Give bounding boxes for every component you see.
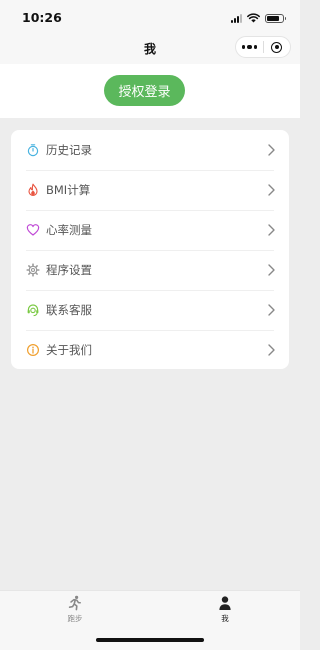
tab-me[interactable]: 我 [195, 595, 255, 624]
chevron-right-icon [268, 304, 275, 316]
tab-label: 跑步 [67, 614, 83, 623]
system-icons [231, 12, 286, 24]
info-icon [26, 343, 40, 357]
running-icon [68, 595, 81, 611]
status-time: 10:26 [22, 10, 62, 25]
gear-icon [26, 263, 40, 277]
close-mini-program-button[interactable] [264, 41, 291, 53]
authorize-login-button[interactable]: 授权登录 [104, 75, 185, 106]
menu-item-history[interactable]: 历史记录 [11, 130, 289, 170]
cellular-signal-icon [231, 13, 242, 23]
more-options-button[interactable] [236, 44, 263, 50]
chevron-right-icon [268, 344, 275, 356]
menu-item-label: BMI计算 [46, 183, 91, 197]
stopwatch-icon [27, 144, 39, 157]
heart-icon [26, 224, 40, 236]
menu-item-customer-service[interactable]: 联系客服 [11, 290, 289, 330]
headset-icon [27, 304, 39, 317]
target-circle-icon [271, 41, 283, 53]
menu-card: 历史记录 BMI计算 心率测量 程序设置 联系客服 关于我们 [11, 130, 289, 369]
status-bar: 10:26 [0, 0, 300, 34]
chevron-right-icon [268, 144, 275, 156]
battery-icon [265, 13, 286, 23]
menu-item-label: 关于我们 [46, 343, 92, 357]
menu-item-label: 程序设置 [46, 263, 92, 277]
mini-program-capsule [235, 36, 291, 58]
person-icon [219, 596, 231, 610]
menu-item-bmi[interactable]: BMI计算 [11, 170, 289, 210]
nav-bar: 我 [0, 34, 300, 64]
tab-label: 我 [221, 614, 229, 623]
menu-item-label: 联系客服 [46, 303, 92, 317]
menu-item-label: 历史记录 [46, 143, 92, 157]
profile-header: 授权登录 [0, 64, 300, 118]
chevron-right-icon [268, 264, 275, 276]
home-indicator [96, 638, 204, 642]
menu-item-heart-rate[interactable]: 心率测量 [11, 210, 289, 250]
chevron-right-icon [268, 224, 275, 236]
menu-item-label: 心率测量 [46, 223, 92, 237]
menu-item-about[interactable]: 关于我们 [11, 330, 289, 370]
wifi-icon [247, 13, 260, 23]
tab-running[interactable]: 跑步 [45, 595, 105, 624]
menu-item-settings[interactable]: 程序设置 [11, 250, 289, 290]
flame-icon [28, 183, 38, 196]
chevron-right-icon [268, 184, 275, 196]
